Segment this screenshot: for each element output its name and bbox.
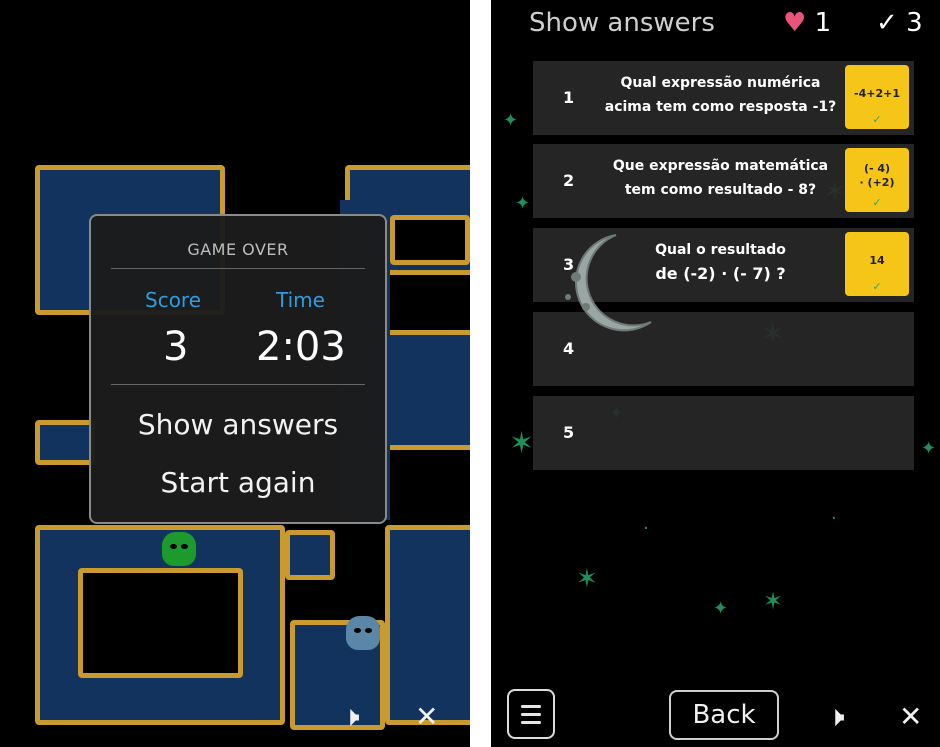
time-value: 2:03 <box>256 324 346 370</box>
close-icon[interactable]: ✕ <box>415 703 438 731</box>
green-ghost <box>162 532 196 566</box>
game-over-title: GAME OVER <box>187 240 289 259</box>
heart-icon: ♥ <box>783 8 807 38</box>
game-over-dialog: GAME OVER Score Time 3 2:03 Show answers… <box>89 214 387 524</box>
score-value: 3 <box>163 324 189 370</box>
close-icon[interactable]: ✕ <box>899 703 922 731</box>
question-number: 1 <box>563 88 575 107</box>
divider <box>111 268 365 269</box>
page-title: Show answers <box>529 8 715 38</box>
game-over-screen: GAME OVER Score Time 3 2:03 Show answers… <box>0 0 470 747</box>
answer-box: (- 4) · (+2) ✓ <box>845 148 909 212</box>
lives-value: 1 <box>814 8 832 38</box>
check-icon: ✓ <box>876 8 898 38</box>
score-label: Score <box>145 288 202 312</box>
correct-counter: ✓ 3 <box>876 8 923 38</box>
question-text: Qual expressão numérica acima tem como r… <box>604 75 837 115</box>
correct-check-icon: ✓ <box>872 280 882 293</box>
question-text: Que expressão matemática tem como result… <box>612 158 829 198</box>
question-number: 5 <box>563 423 575 442</box>
time-label: Time <box>276 288 325 312</box>
answer-row: 5 <box>533 396 914 470</box>
back-button[interactable]: Back <box>669 690 779 740</box>
speaker-icon[interactable]: 🕨 <box>342 703 360 731</box>
divider <box>111 384 365 385</box>
answer-box: 14 ✓ <box>845 232 909 296</box>
correct-value: 3 <box>906 8 923 38</box>
menu-button[interactable] <box>507 689 555 739</box>
show-answers-button[interactable]: Show answers <box>91 408 385 441</box>
lives-counter: ♥ 1 <box>783 8 831 38</box>
correct-check-icon: ✓ <box>872 196 882 209</box>
speaker-icon[interactable]: 🕨 <box>827 703 845 731</box>
answer-box: -4+2+1 ✓ <box>845 65 909 129</box>
correct-check-icon: ✓ <box>872 113 882 126</box>
answers-screen: ✦ ✦ ✶ ✶ ✶ ✶ ✦ ✶ ✦ · ✦ · Show answers ♥ 1… <box>491 0 940 747</box>
blue-ghost <box>346 616 380 650</box>
start-again-button[interactable]: Start again <box>91 466 385 499</box>
question-number: 2 <box>563 171 575 190</box>
answer-row: 2 Que expressão matemática tem como resu… <box>533 144 914 218</box>
moon-icon <box>565 234 652 332</box>
answer-row: 1 Qual expressão numérica acima tem como… <box>533 61 914 135</box>
